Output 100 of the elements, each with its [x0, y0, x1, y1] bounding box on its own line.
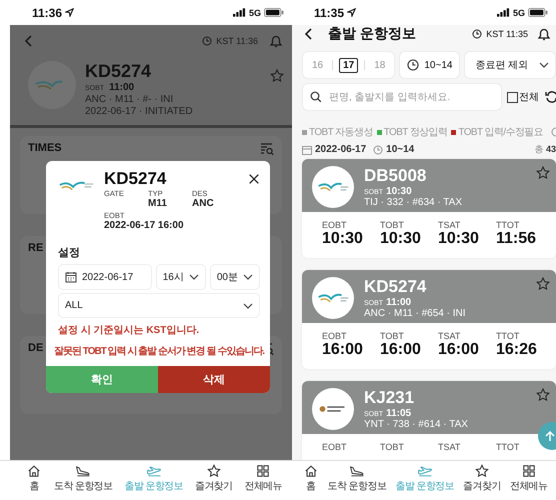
legend-label: TOBT 자동생성	[309, 126, 373, 139]
logo-icon	[312, 277, 354, 319]
tab-item[interactable]: 즐겨찾기	[188, 464, 238, 493]
time-value: 16:00	[380, 341, 422, 359]
sobt-time: 11:05	[386, 408, 412, 419]
time-range-button[interactable]: 10~14	[399, 51, 460, 79]
battery-icon	[264, 8, 284, 17]
home-icon	[26, 464, 42, 478]
time-label: EOBT	[322, 442, 348, 452]
tab-item[interactable]: 홈	[20, 464, 48, 493]
summary-date: 2022-06-17	[315, 144, 366, 155]
calendar-icon	[302, 144, 312, 154]
type-dropdown[interactable]: ALL	[58, 293, 260, 318]
clock-icon	[202, 36, 212, 46]
flight-route: ANC · M11 · #- · INI	[85, 94, 174, 105]
airplane-icon	[146, 464, 162, 478]
airplane-icon	[416, 464, 433, 478]
star-icon	[474, 464, 490, 478]
tab-item[interactable]: 즐겨찾기	[458, 464, 506, 493]
chevron-down-icon	[243, 300, 253, 310]
signal-icon	[496, 8, 510, 17]
flight-status: 2022-06-17 · INITIATED	[85, 106, 194, 117]
tab-item[interactable]: 전체메뉴	[238, 464, 288, 493]
minute-dropdown[interactable]: 00분	[210, 264, 260, 290]
status-time: 11:36	[32, 6, 62, 20]
clock-icon	[407, 59, 420, 71]
flight-route: ANC · M11 · #654 · INI	[364, 308, 467, 319]
filter-dropdown[interactable]: 종료편 제외	[464, 51, 556, 79]
search-field[interactable]: 편명, 출발지를 입력하세요.	[302, 83, 502, 111]
time-value: 16:00	[438, 341, 480, 359]
signal-icon	[232, 8, 246, 17]
grid-icon	[255, 464, 272, 478]
time-value: 10:30	[380, 230, 422, 248]
grid-icon	[520, 464, 537, 478]
logo-icon	[312, 166, 354, 208]
tab-item[interactable]: 전체메뉴	[505, 464, 552, 493]
field-value: 2022-06-17 16:00	[104, 220, 185, 231]
sobt-time: 10:30	[386, 186, 412, 197]
network-label: 5G	[512, 8, 525, 18]
legend-label: TOBT 입력/수정필요	[458, 126, 544, 139]
tab-item[interactable]: 도착 운항정보	[48, 464, 118, 493]
star-icon[interactable]	[536, 277, 550, 291]
tab-item[interactable]: 홈	[298, 464, 324, 493]
star-icon[interactable]	[536, 166, 550, 180]
time-label: TTOT	[496, 331, 520, 341]
refresh-icon[interactable]	[544, 89, 556, 105]
section-title: DE	[28, 342, 44, 355]
airplane-icon	[348, 464, 365, 478]
home-icon	[302, 464, 319, 478]
delete-button[interactable]: 삭제	[158, 366, 270, 393]
flight-code: KD5274	[104, 169, 168, 189]
sobt-time: 11:00	[386, 297, 412, 308]
time-label: TOBT	[380, 442, 405, 452]
date-field[interactable]: 2022-06-17	[58, 264, 152, 290]
logo-icon	[312, 388, 354, 430]
close-icon[interactable]	[248, 173, 260, 185]
filter-search-icon[interactable]	[260, 142, 274, 156]
time-value: 10:30	[438, 230, 480, 248]
notice-text: 설정 시 기준일시는 KST입니다.	[58, 324, 200, 337]
flight-code: KD5274	[364, 277, 428, 297]
clock-icon	[373, 144, 384, 154]
star-icon[interactable]	[270, 69, 284, 83]
network-label: 5G	[248, 8, 261, 18]
flight-code: KD5274	[85, 61, 152, 82]
time-value: 16:26	[496, 341, 538, 359]
field-value: ANC	[192, 198, 215, 209]
hour-dropdown[interactable]: 16시	[156, 264, 206, 290]
field-value: M11	[148, 198, 168, 209]
time-value: 11:56	[496, 230, 538, 248]
bell-icon[interactable]	[536, 26, 552, 42]
all-checkbox[interactable]: 전체	[507, 90, 539, 104]
airplane-icon	[75, 464, 92, 478]
time-value: 16:00	[322, 341, 364, 359]
section-title: TIMES	[28, 142, 62, 155]
chevron-down-icon	[188, 272, 199, 282]
tab-item[interactable]: 도착 운항정보	[323, 464, 391, 493]
status-time: 11:35	[314, 6, 344, 20]
time-label: TOBT	[380, 220, 405, 230]
star-icon[interactable]	[536, 388, 550, 402]
warning-text: 잘못된 TOBT 입력 시 출발 순서가 변경 될 수있습니다.	[54, 345, 264, 358]
battery-icon	[528, 8, 548, 17]
time-label: TTOT	[496, 220, 520, 230]
summary-time: 10~14	[386, 144, 414, 155]
section-title: RE	[28, 242, 44, 255]
flight-route: YNT · 738 · #614 · TAX	[364, 419, 469, 430]
time-label: TSAT	[438, 331, 462, 341]
clock-text: KST 11:35	[486, 29, 528, 39]
location-icon	[65, 8, 74, 17]
clock-text: KST 11:36	[216, 36, 258, 46]
time-value: 10:30	[322, 230, 364, 248]
calendar-icon	[65, 271, 77, 283]
time-label: EOBT	[322, 331, 348, 341]
time-label: EOBT	[322, 220, 348, 230]
date-option[interactable]: 17	[339, 58, 358, 72]
search-icon	[310, 91, 322, 103]
legend-label: TOBT 정상입력	[384, 126, 448, 139]
clock-icon	[472, 29, 482, 39]
logo-icon	[28, 61, 76, 109]
total-count: 총 43	[534, 143, 556, 156]
page-title: 출발 운항정보	[328, 25, 416, 43]
